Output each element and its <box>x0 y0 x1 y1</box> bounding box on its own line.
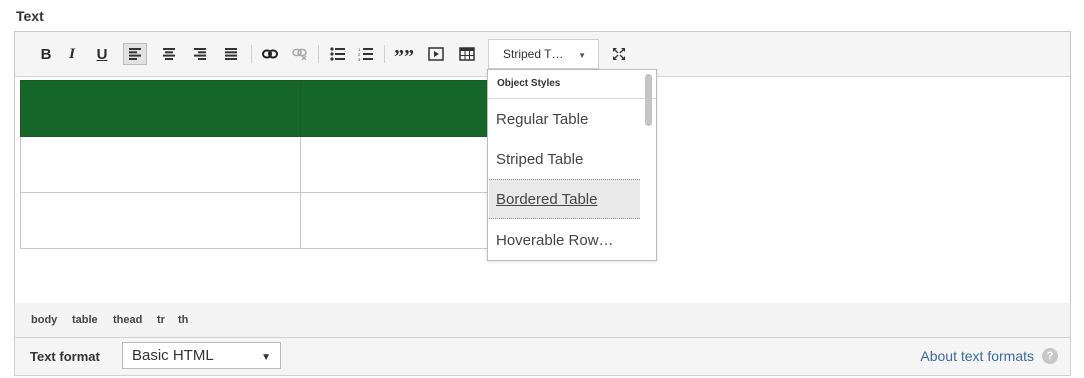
divider <box>488 98 656 99</box>
toolbar-separator <box>251 45 252 63</box>
styles-select[interactable]: Striped T… ▼ <box>488 39 599 69</box>
chevron-down-icon: ▼ <box>261 352 271 363</box>
italic-button[interactable]: I <box>63 43 81 65</box>
link-button[interactable] <box>259 43 281 65</box>
text-format-bar: Text format Basic HTML ▼ About text form… <box>14 338 1071 376</box>
align-left-button[interactable] <box>123 43 147 65</box>
table-button[interactable] <box>457 43 477 65</box>
blockquote-button[interactable]: ”” <box>393 43 415 67</box>
align-justify-icon <box>225 48 237 60</box>
path-item-body[interactable]: body <box>31 314 57 326</box>
bulleted-list-button[interactable] <box>327 43 349 65</box>
dropdown-item-regular-table[interactable]: Regular Table <box>496 111 588 128</box>
align-right-icon <box>194 48 206 60</box>
maximize-icon <box>613 48 625 60</box>
dropdown-scrollbar[interactable] <box>645 74 652 126</box>
table-header-cell[interactable] <box>20 80 301 137</box>
toolbar-separator <box>318 45 319 63</box>
about-text-formats-link[interactable]: About text formats <box>920 348 1034 364</box>
table-cell[interactable] <box>20 136 301 193</box>
maximize-button[interactable] <box>609 43 629 65</box>
path-item-tr[interactable]: tr <box>157 314 165 326</box>
dropdown-item-hoverable-rows[interactable]: Hoverable Row… <box>496 232 614 249</box>
path-item-thead[interactable]: thead <box>113 314 142 326</box>
numbered-list-icon: 123 <box>358 47 373 61</box>
underline-button[interactable]: U <box>93 43 111 65</box>
table-cell[interactable] <box>20 192 301 249</box>
link-icon <box>262 49 278 59</box>
align-center-button[interactable] <box>159 43 179 65</box>
chevron-down-icon: ▼ <box>578 51 586 60</box>
svg-text:3: 3 <box>358 57 361 61</box>
unlink-button[interactable] <box>289 43 311 65</box>
unlink-icon <box>292 48 307 60</box>
bulleted-list-icon <box>330 47 345 61</box>
toolbar-separator <box>384 45 385 63</box>
align-right-button[interactable] <box>190 43 210 65</box>
align-justify-button[interactable] <box>221 43 241 65</box>
text-format-select[interactable]: Basic HTML ▼ <box>122 342 281 369</box>
numbered-list-button[interactable]: 123 <box>355 43 377 65</box>
bold-button[interactable]: B <box>37 43 55 65</box>
element-path-bar: body table thead tr th <box>14 303 1071 338</box>
styles-dropdown-menu: Object Styles Regular Table Striped Tabl… <box>487 69 657 261</box>
dropdown-item-striped-table[interactable]: Striped Table <box>496 151 583 168</box>
text-format-value: Basic HTML <box>132 347 214 364</box>
media-button[interactable] <box>426 43 446 65</box>
text-format-label: Text format <box>30 349 100 364</box>
path-item-th[interactable]: th <box>178 314 188 326</box>
help-icon[interactable]: ? <box>1042 348 1058 364</box>
styles-select-value: Striped T… <box>503 47 564 61</box>
align-left-icon <box>129 48 141 60</box>
media-play-icon <box>428 47 444 61</box>
align-center-icon <box>163 48 175 60</box>
dropdown-item-bordered-table[interactable]: Bordered Table <box>496 191 597 208</box>
dropdown-title: Object Styles <box>497 78 561 89</box>
field-label: Text <box>16 8 44 24</box>
table-icon <box>459 47 475 61</box>
path-item-table[interactable]: table <box>72 314 98 326</box>
